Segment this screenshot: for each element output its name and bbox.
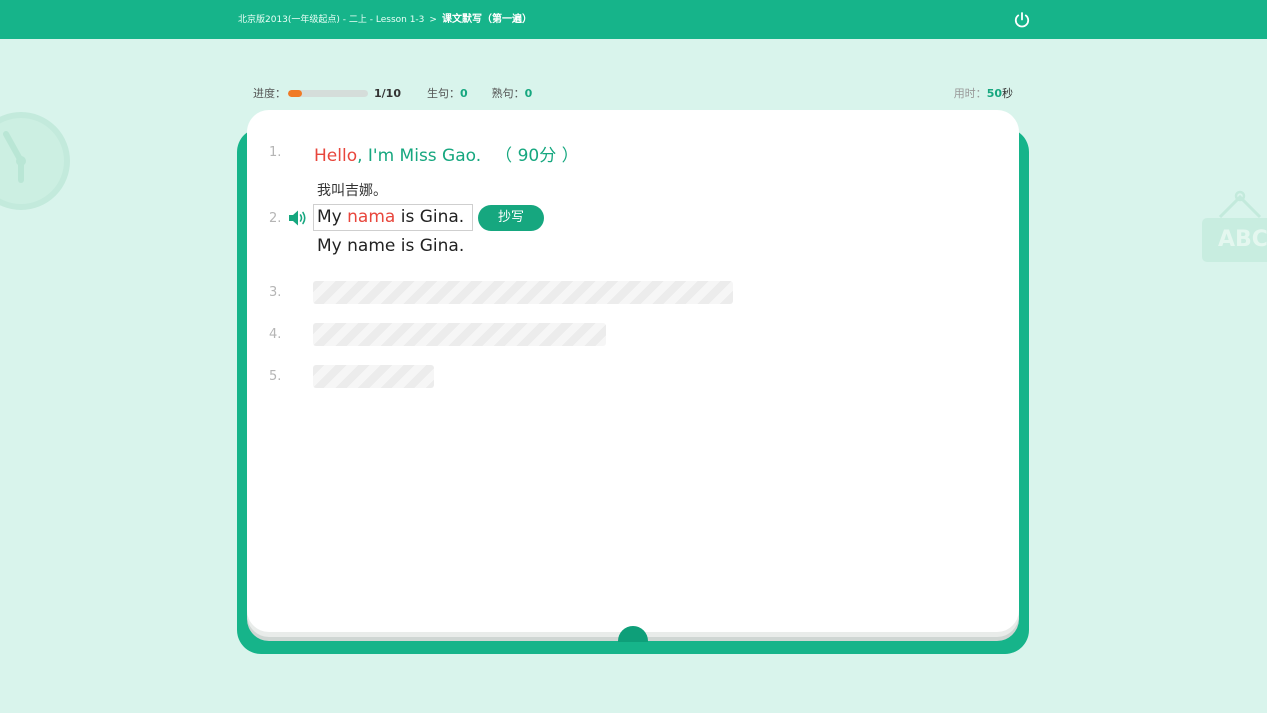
sentence-5-placeholder <box>313 365 434 388</box>
clock-decoration-icon <box>0 112 70 210</box>
progress-label: 进度： <box>253 87 286 100</box>
sentence-2-chinese-hint: 我叫吉娜。 <box>317 183 387 199</box>
progress-fill <box>288 89 302 97</box>
power-icon[interactable] <box>1012 10 1032 30</box>
sentence-1[interactable]: Hello, I'm Miss Gao. （ 90分 ） <box>314 141 579 166</box>
sentence-4-placeholder <box>313 323 606 346</box>
familiar-sentences-stat: 熟句：0 <box>492 85 533 101</box>
breadcrumb-separator: > <box>429 15 437 25</box>
sentence-number-5: 5. <box>269 369 282 384</box>
sentence-number-2: 2. <box>269 211 282 226</box>
stats-bar: 进度： 1/10 生句：0 熟句：0 <box>253 85 556 101</box>
timer-label: 用时： <box>953 87 987 100</box>
answer-input[interactable]: My nama is Gina. <box>313 204 473 231</box>
timer-value: 50 <box>986 87 1002 100</box>
sentence-number-1: 1. <box>269 145 282 160</box>
sentence-1-score: （ 90分 ） <box>495 146 579 166</box>
answer-text-after: is Gina. <box>395 207 465 227</box>
breadcrumb: 北京版2013(一年级起点) - 二上 - Lesson 1-3 > 课文默写（第一… <box>238 0 532 39</box>
answer-text-before: My <box>317 207 348 227</box>
new-sentences-label: 生句： <box>426 87 460 100</box>
copy-button[interactable]: 抄写 <box>478 205 544 231</box>
correct-sentence: My name is Gina. <box>317 236 465 256</box>
sentence-1-text: , I'm Miss Gao. <box>357 146 482 166</box>
abc-sign-decoration: ABC <box>1200 185 1267 265</box>
familiar-sentences-value: 0 <box>524 87 533 100</box>
speaker-icon[interactable] <box>288 209 308 227</box>
top-bar: 北京版2013(一年级起点) - 二上 - Lesson 1-3 > 课文默写（第一… <box>0 0 1267 39</box>
progress-count: 1/10 <box>374 86 401 100</box>
new-sentences-value: 0 <box>459 87 468 100</box>
timer: 用时：50秒 <box>954 85 1013 101</box>
familiar-sentences-label: 熟句： <box>491 87 525 100</box>
breadcrumb-course[interactable]: 北京版2013(一年级起点) - 二上 - Lesson 1-3 <box>238 15 424 25</box>
abc-sign-text: ABC <box>1202 218 1267 262</box>
progress-bar <box>288 89 368 97</box>
answer-error-word: nama <box>347 207 396 227</box>
hanger-icon <box>1218 190 1262 219</box>
sentence-number-3: 3. <box>269 285 282 300</box>
sentence-number-4: 4. <box>269 327 282 342</box>
timer-unit: 秒 <box>1002 87 1013 100</box>
sentence-1-error-word: Hello <box>314 146 358 166</box>
new-sentences-stat: 生句：0 <box>427 85 468 101</box>
breadcrumb-current: 课文默写（第一遍） <box>441 14 532 25</box>
sentence-3-placeholder <box>313 281 733 304</box>
